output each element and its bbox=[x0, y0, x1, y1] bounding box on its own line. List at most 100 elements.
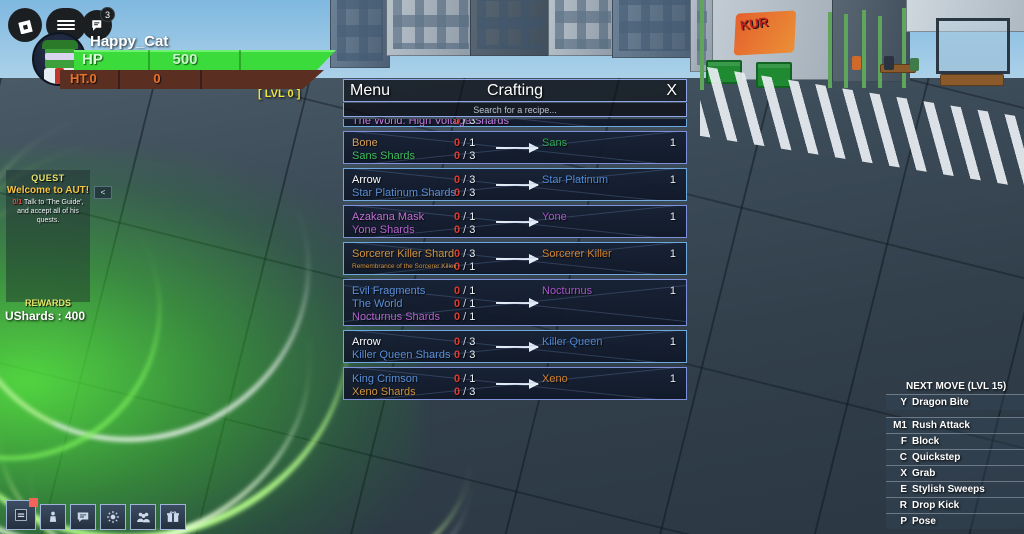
ingredient-name: King Crimson bbox=[352, 373, 419, 385]
roblox-logo-icon[interactable] bbox=[8, 8, 42, 42]
ingredient-count: 0 / 1 bbox=[454, 311, 476, 323]
game-screen: KUR 3 Happy_Cat HP 500 HT.0 0 [LVL 0] … bbox=[0, 0, 1024, 534]
ingredient-count: 0 / 1 bbox=[454, 137, 476, 149]
ingredient-count: 0 / 3 bbox=[454, 150, 476, 162]
recipe-row[interactable]: Arrow Star Platinum Shards 0 / 30 / 3 Star … bbox=[343, 168, 687, 201]
output-name: Sans bbox=[542, 137, 568, 149]
player-name: Happy_Cat bbox=[90, 33, 169, 50]
move-row: X Grab bbox=[886, 465, 1024, 481]
move-key: F bbox=[900, 436, 907, 447]
ingredient-count: 0 / 1 bbox=[454, 285, 476, 297]
light-pole bbox=[828, 12, 832, 88]
ingredient-name: Bone bbox=[352, 137, 378, 149]
bottom-toolbar[interactable] bbox=[6, 498, 186, 530]
move-row: F Block bbox=[886, 433, 1024, 449]
next-move-key: Y bbox=[900, 397, 907, 408]
list-menu-icon[interactable] bbox=[6, 498, 38, 530]
output-quantity: 1 bbox=[669, 336, 676, 348]
next-move-title: NEXT MOVE (LVL 15) bbox=[906, 381, 1007, 392]
ingredient-column: Bone Sans Shards bbox=[352, 137, 415, 163]
settings-sun-icon[interactable] bbox=[100, 504, 126, 530]
ingredient-count: 0 / 1 bbox=[454, 211, 476, 223]
chat-bubble-icon[interactable] bbox=[70, 504, 96, 530]
count-column: 0 / 10 / 3 bbox=[454, 137, 475, 163]
recipe-row[interactable]: Arrow Killer Queen Shards 0 / 30 / 3 Killer… bbox=[343, 330, 687, 363]
health-bar: HP 500 bbox=[74, 50, 336, 72]
count-column: 0 / 30 / 1 bbox=[454, 248, 475, 274]
rewards-value: UShards : 400 bbox=[4, 309, 86, 323]
recipe-search-input[interactable]: Search for a recipe... bbox=[343, 103, 687, 117]
close-icon[interactable]: X bbox=[666, 82, 677, 100]
output-name: Yone bbox=[542, 211, 567, 223]
ingredient-column: Evil Fragments The World Nocturnus Shards bbox=[352, 285, 440, 324]
count-column: 0 / 10 / 3 bbox=[454, 373, 475, 399]
ingredient-count: 0 / 3 bbox=[454, 119, 476, 127]
ingredient-name: Sans Shards bbox=[352, 150, 415, 162]
level-badge: [ LVL 0 ] bbox=[258, 88, 301, 100]
quest-collapse-button[interactable]: < bbox=[94, 186, 112, 199]
chat-unread-badge: 3 bbox=[100, 7, 115, 22]
output-name: Killer Queen bbox=[542, 336, 603, 348]
output-quantity: 1 bbox=[669, 285, 676, 297]
crafting-title: Crafting bbox=[486, 81, 544, 99]
move-key: R bbox=[899, 500, 907, 511]
ingredient-name: Xeno Shards bbox=[352, 386, 416, 398]
group-people-icon[interactable] bbox=[130, 504, 156, 530]
light-pole bbox=[862, 10, 866, 88]
bench bbox=[940, 74, 1004, 86]
bus-shelter bbox=[936, 18, 1010, 74]
npc-character bbox=[884, 56, 894, 70]
move-key: E bbox=[900, 484, 907, 495]
ingredient-name: Arrow bbox=[352, 174, 381, 186]
crafting-window: Menu Crafting X Search for a recipe... T… bbox=[343, 79, 687, 432]
ingredient-name: Killer Queen Shards bbox=[352, 349, 451, 361]
recipe-row[interactable]: Azakana Mask Yone Shards 0 / 10 / 3 Yone 1 bbox=[343, 205, 687, 238]
move-list: M1 Rush Attack F Block C Quickstep X Grab E Styli… bbox=[886, 417, 1024, 529]
craft-arrow-icon bbox=[496, 206, 539, 237]
craft-arrow-icon bbox=[496, 368, 539, 399]
crafting-header: Menu Crafting X bbox=[343, 79, 687, 102]
output-quantity: 1 bbox=[669, 211, 676, 223]
move-key: P bbox=[900, 516, 907, 527]
recipe-row[interactable]: Evil Fragments The World Nocturnus Shards 0… bbox=[343, 279, 687, 326]
ingredient-column: King Crimson Xeno Shards bbox=[352, 373, 418, 399]
recipe-row[interactable]: Sorcerer Killer Shard Remembrance of the … bbox=[343, 242, 687, 275]
craft-arrow-icon bbox=[496, 132, 539, 163]
roblox-logo-glyph bbox=[17, 19, 33, 34]
recipe-row[interactable]: King Crimson Xeno Shards 0 / 10 / 3 Xeno 1 bbox=[343, 367, 687, 400]
recipe-list[interactable]: The World: High Voltage Shards 0 / 3 Bone S… bbox=[343, 119, 687, 431]
hp-value: 500 bbox=[172, 51, 198, 68]
move-key: C bbox=[899, 452, 907, 463]
moves-panel: NEXT MOVE (LVL 15) Y Dragon Bite M1 Rush … bbox=[886, 381, 1024, 529]
ingredient-name: Azakana Mask bbox=[352, 211, 425, 223]
npc-character bbox=[910, 58, 919, 71]
building bbox=[330, 0, 390, 68]
recipe-row[interactable]: The World: High Voltage Shards 0 / 3 bbox=[343, 119, 687, 127]
move-name: Pose bbox=[912, 516, 936, 527]
recipe-search-placeholder: Search for a recipe... bbox=[473, 104, 557, 115]
building bbox=[548, 0, 618, 56]
ingredient-name: The World bbox=[352, 298, 403, 310]
count-column: 0 / 10 / 10 / 1 bbox=[454, 285, 475, 324]
move-name: Quickstep bbox=[912, 452, 961, 463]
count-column: 0 / 3 bbox=[454, 119, 476, 127]
gift-icon[interactable] bbox=[160, 504, 186, 530]
ingredient-name: Sorcerer Killer Shard bbox=[352, 248, 455, 260]
craft-arrow-icon bbox=[496, 169, 539, 200]
recipe-row[interactable]: Bone Sans Shards 0 / 10 / 3 Sans 1 bbox=[343, 131, 687, 164]
ht-value: 0 bbox=[153, 71, 161, 86]
move-name: Stylish Sweeps bbox=[912, 484, 985, 495]
quest-objective: 0/1 Talk to 'The Guide', and accept all … bbox=[10, 199, 86, 225]
ingredient-count: 0 / 3 bbox=[454, 248, 476, 260]
move-row: P Pose bbox=[886, 513, 1024, 529]
move-row: M1 Rush Attack bbox=[886, 417, 1024, 433]
move-row: E Stylish Sweeps bbox=[886, 481, 1024, 497]
quest-name: Welcome to AUT! bbox=[6, 185, 90, 196]
output-name: Sorcerer Killer bbox=[542, 248, 612, 260]
ingredient-count: 0 / 1 bbox=[454, 373, 476, 385]
building bbox=[612, 0, 698, 58]
ingredient-count: 0 / 3 bbox=[454, 349, 476, 361]
move-key: M1 bbox=[893, 420, 907, 431]
ingredient-column: Sorcerer Killer Shard Remembrance of the … bbox=[352, 248, 456, 272]
character-icon[interactable] bbox=[40, 504, 66, 530]
